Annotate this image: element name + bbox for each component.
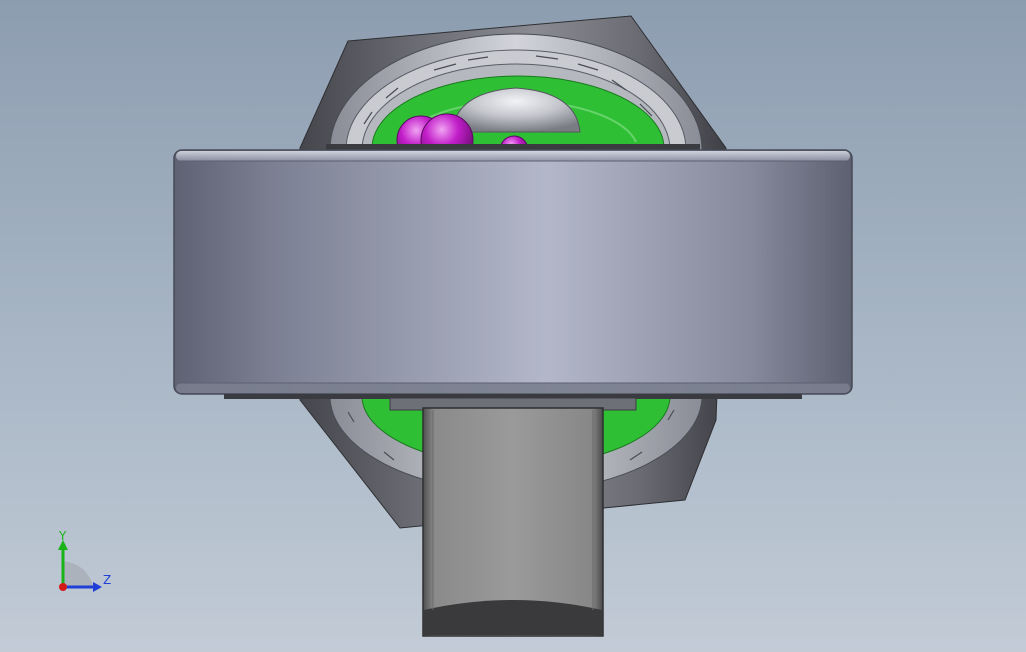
band-lip-top <box>326 144 700 150</box>
cad-model[interactable] <box>0 0 1026 652</box>
z-axis-label: Z <box>103 573 111 587</box>
outer-band[interactable] <box>173 149 853 395</box>
y-axis-label: Y <box>58 529 67 543</box>
triad-plane <box>63 561 93 586</box>
graphics-viewport[interactable]: Y Z <box>0 0 1026 652</box>
orientation-triad: Y Z <box>58 529 111 592</box>
z-axis-arrow <box>93 582 102 592</box>
triad-origin <box>59 583 67 591</box>
shaft[interactable] <box>422 407 604 637</box>
